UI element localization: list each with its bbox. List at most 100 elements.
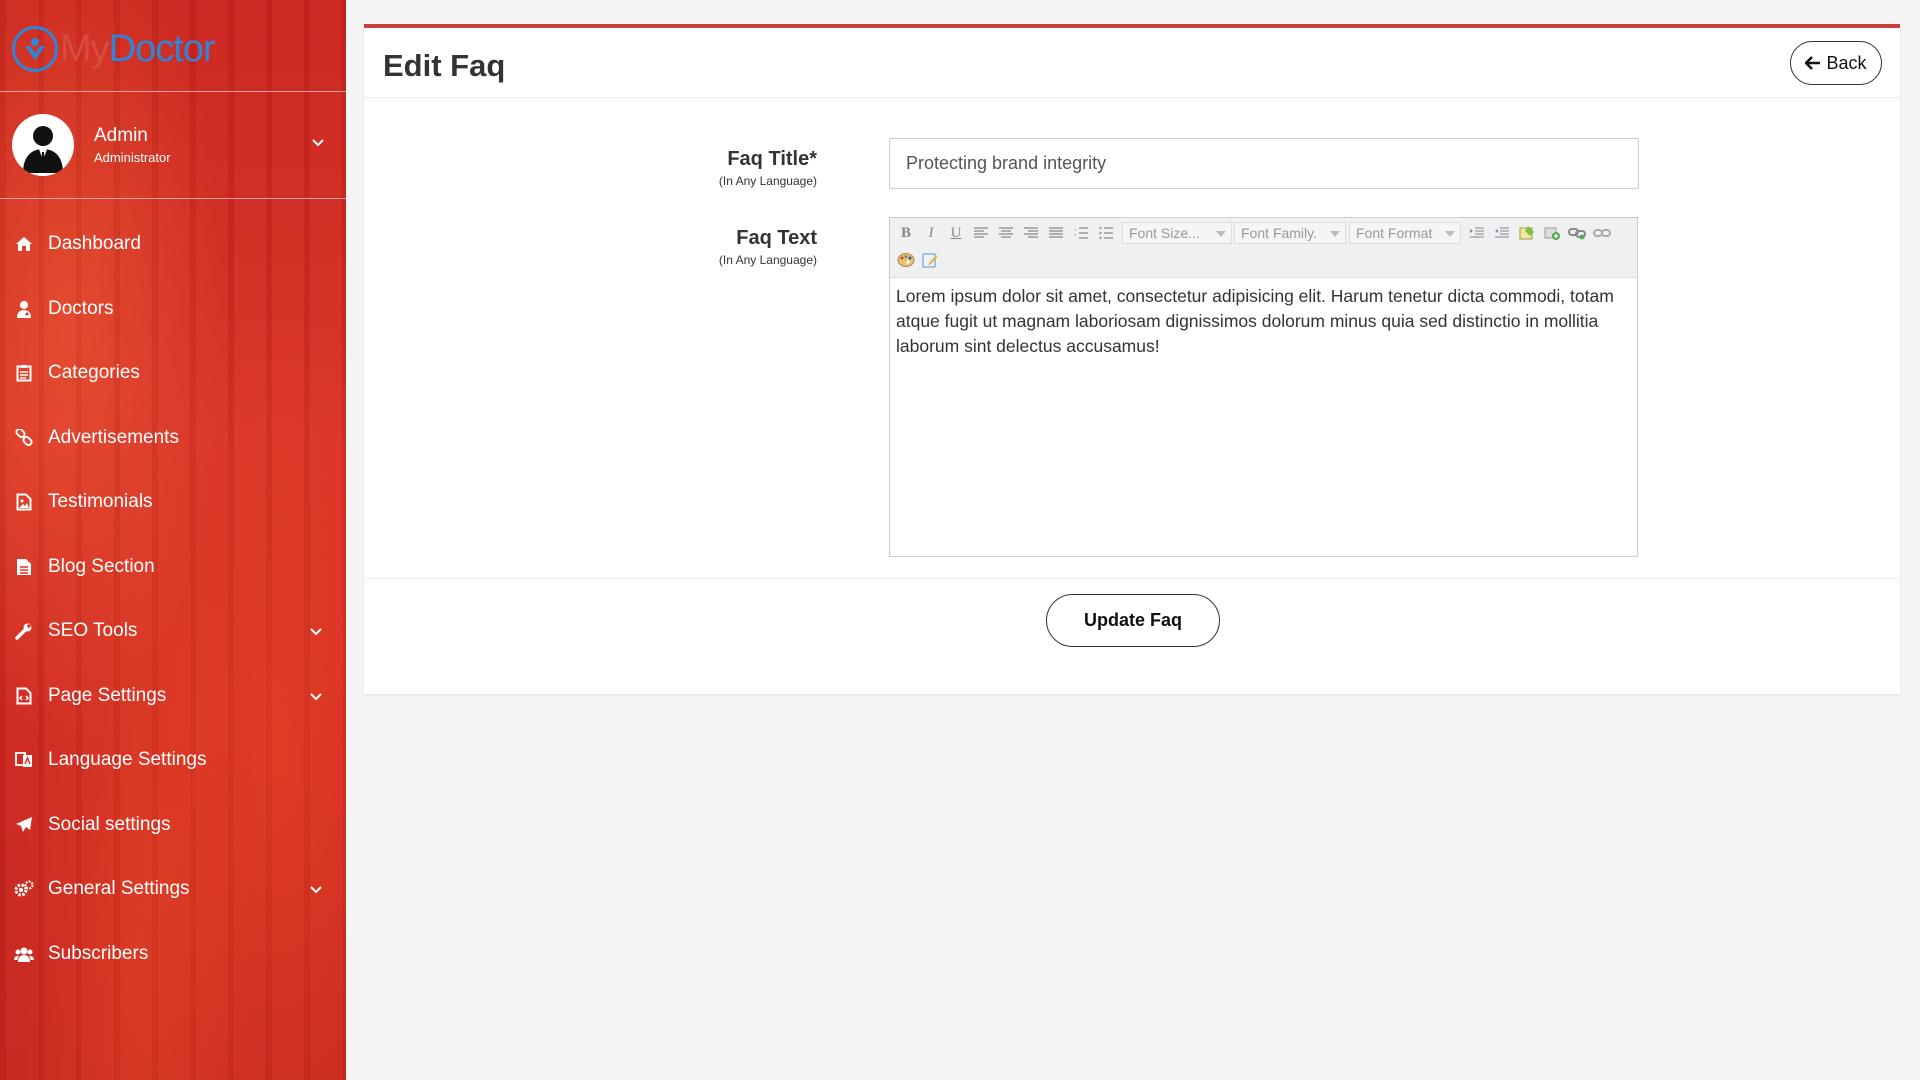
- align-left-icon: [974, 227, 988, 238]
- code-file-icon: [14, 686, 34, 706]
- unlink-button[interactable]: [1592, 223, 1612, 243]
- logo-mark-icon: [12, 26, 58, 72]
- sidebar-item-subscribers[interactable]: Subscribers: [0, 922, 346, 987]
- rich-text-editor: B I U 12 Font Size... Font Family. Font …: [889, 217, 1638, 557]
- sidebar-item-label: Testimonials: [48, 491, 153, 513]
- back-button-label: Back: [1826, 52, 1867, 73]
- editor-toolbar: B I U 12 Font Size... Font Family. Font …: [890, 218, 1637, 278]
- back-button[interactable]: Back: [1790, 41, 1882, 85]
- chevron-down-icon[interactable]: [312, 134, 324, 152]
- faq-title-sublabel: (In Any Language): [718, 174, 817, 188]
- align-right-button[interactable]: [1021, 223, 1041, 243]
- align-center-button[interactable]: [996, 223, 1016, 243]
- ordered-list-icon: 12: [1074, 227, 1088, 239]
- ordered-list-button[interactable]: 12: [1071, 223, 1091, 243]
- sidebar-divider: [0, 91, 346, 92]
- logo-text: MyDoctor: [60, 27, 216, 71]
- sidebar-item-doctors[interactable]: Doctors: [0, 277, 346, 342]
- align-justify-icon: [1049, 227, 1063, 238]
- chevron-down-icon[interactable]: [310, 623, 322, 641]
- bold-button[interactable]: B: [896, 223, 916, 243]
- font-size-select[interactable]: Font Size...: [1122, 222, 1232, 244]
- logo-text-doctor: Doctor: [108, 27, 216, 70]
- image-edit-icon: [1519, 226, 1534, 240]
- sidebar-item-label: Categories: [48, 362, 140, 384]
- document-icon: [14, 557, 34, 577]
- color-palette-button[interactable]: [896, 250, 916, 270]
- sidebar-item-label: Doctors: [48, 297, 114, 319]
- user-panel[interactable]: Admin Administrator: [12, 112, 332, 178]
- font-family-label: Font Family.: [1241, 225, 1317, 241]
- sidebar-item-social-settings[interactable]: Social settings: [0, 793, 346, 858]
- insert-link-button[interactable]: [1567, 223, 1587, 243]
- link-icon: [14, 428, 34, 448]
- table-add-icon: [1544, 227, 1560, 240]
- arrow-left-icon: [1805, 56, 1821, 70]
- sidebar-item-label: Advertisements: [48, 426, 179, 448]
- user-name: Admin: [94, 125, 148, 146]
- edit-html-icon: [922, 253, 938, 268]
- sidebar-item-advertisements[interactable]: Advertisements: [0, 406, 346, 471]
- avatar: [12, 114, 74, 176]
- font-format-select[interactable]: Font Format: [1349, 222, 1461, 244]
- sidebar-item-label: Subscribers: [48, 942, 149, 964]
- italic-button[interactable]: I: [921, 223, 941, 243]
- sidebar-item-label: Blog Section: [48, 555, 155, 577]
- sidebar-item-general-settings[interactable]: General Settings: [0, 857, 346, 922]
- logo[interactable]: MyDoctor: [12, 24, 216, 74]
- sidebar-item-label: Dashboard: [48, 233, 141, 255]
- faq-title-label: Faq Title*: [727, 148, 817, 170]
- align-center-icon: [999, 227, 1013, 238]
- outdent-icon: [1495, 227, 1509, 238]
- user-role: Administrator: [94, 150, 171, 165]
- sidebar-item-blog-section[interactable]: Blog Section: [0, 535, 346, 600]
- font-family-select[interactable]: Font Family.: [1234, 222, 1346, 244]
- sidebar-item-testimonials[interactable]: Testimonials: [0, 470, 346, 535]
- sidebar: MyDoctor Admin Administrator Dashboard D…: [0, 0, 346, 1080]
- clipboard-icon: [14, 363, 34, 383]
- paper-plane-icon: [14, 815, 34, 835]
- sidebar-divider: [0, 198, 346, 199]
- underline-button[interactable]: U: [946, 223, 966, 243]
- outdent-button[interactable]: [1492, 223, 1512, 243]
- font-size-label: Font Size...: [1129, 225, 1200, 241]
- unordered-list-button[interactable]: [1096, 223, 1116, 243]
- link-icon: [1568, 228, 1586, 240]
- align-justify-button[interactable]: [1046, 223, 1066, 243]
- chevron-down-icon[interactable]: [310, 881, 322, 899]
- align-right-icon: [1024, 227, 1038, 238]
- language-icon: [14, 750, 34, 770]
- sidebar-item-label: Social settings: [48, 813, 171, 835]
- indent-icon: [1470, 227, 1484, 238]
- image-file-icon: [14, 492, 34, 512]
- edit-html-button[interactable]: [920, 250, 940, 270]
- sidebar-item-dashboard[interactable]: Dashboard: [0, 212, 346, 277]
- card-header: Edit Faq Back: [364, 28, 1900, 98]
- wrench-icon: [14, 621, 34, 641]
- font-format-label: Font Format: [1356, 225, 1433, 241]
- unlink-icon: [1593, 229, 1611, 237]
- sidebar-item-page-settings[interactable]: Page Settings: [0, 664, 346, 729]
- user-md-icon: [14, 299, 34, 319]
- sidebar-item-seo-tools[interactable]: SEO Tools: [0, 599, 346, 664]
- indent-button[interactable]: [1467, 223, 1487, 243]
- sidebar-item-categories[interactable]: Categories: [0, 341, 346, 406]
- insert-image-button[interactable]: [1517, 223, 1537, 243]
- faq-text-label: Faq Text: [736, 227, 817, 249]
- sidebar-item-label: SEO Tools: [48, 620, 138, 642]
- faq-text-editor-content[interactable]: Lorem ipsum dolor sit amet, consectetur …: [890, 278, 1637, 365]
- edit-faq-card: Edit Faq Back Faq Title* (In Any Languag…: [364, 24, 1900, 694]
- chevron-down-icon[interactable]: [310, 688, 322, 706]
- faq-title-input[interactable]: [889, 138, 1639, 189]
- insert-table-button[interactable]: [1542, 223, 1562, 243]
- unordered-list-icon: [1099, 227, 1113, 239]
- sidebar-item-label: General Settings: [48, 878, 190, 900]
- align-left-button[interactable]: [971, 223, 991, 243]
- sidebar-item-language-settings[interactable]: Language Settings: [0, 728, 346, 793]
- form-footer-divider: [364, 578, 1900, 579]
- logo-text-my: My: [60, 27, 110, 70]
- page-title: Edit Faq: [383, 48, 506, 83]
- svg-text:2: 2: [1074, 232, 1077, 237]
- sidebar-item-label: Page Settings: [48, 684, 167, 706]
- update-faq-button[interactable]: Update Faq: [1046, 594, 1220, 647]
